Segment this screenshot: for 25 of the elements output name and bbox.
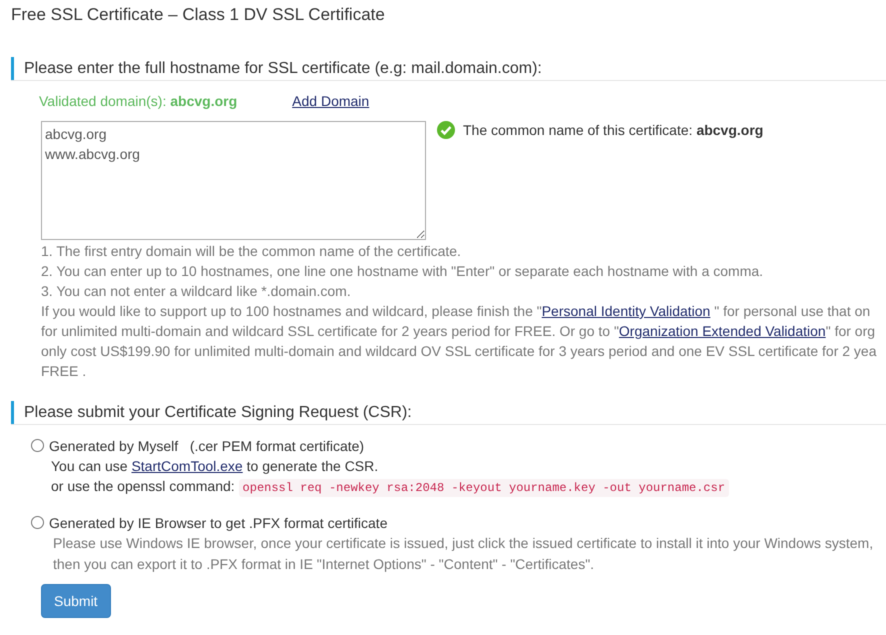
instruction-text: 2. You can enter up to 10 hostnames, one line one hostname with "Enter" or separate each hostname with a comma.: [41, 262, 764, 281]
instruction-text: 3. You can not enter a wildcard like *.domain.com.: [41, 282, 352, 301]
validation-link[interactable]: Organization Extended Validation: [618, 323, 826, 339]
option-label: Generated by Myself (.cer PEM format certificate): [49, 437, 366, 456]
validation-link[interactable]: Personal Identity Validation: [542, 303, 710, 319]
description-text: then you can export it to .PFX format in IE "Internet Options" - "Content" - "Certificates".: [52, 555, 596, 574]
hostnames-field[interactable]: abcvg.org www.abcvg.org: [41, 121, 426, 240]
radio-button[interactable]: [31, 439, 44, 452]
upgrade-paragraph: If you would like to support up to 100 hostnames and wildcard, please finish the "Personal Identity Validation " for personal use that on for unlimited multi-domain and wildcard SSL certificate for 2 years period for FREE. Or go to "Organization Extended Validation" for org only cost US$199.90 for unlimited multi-domain and wildcard OV SSL certificate for 3 years period and one EV SSL certificate for 2 yea FREE .: [41, 302, 878, 381]
tool-link[interactable]: StartComTool.exe: [131, 458, 243, 474]
validated-domains-text: Validated domain(s): abcvg.org: [39, 93, 238, 109]
radio-button[interactable]: [31, 516, 44, 529]
page-title: Free SSL Certificate – Class 1 DV SSL Certificate: [10, 4, 386, 25]
description-text: Please use Windows IE browser, once your certificate is issued, just click the issued certificate to install it into your Windows system,: [52, 534, 874, 553]
tool-text: You can use StartComTool.exe to generate the CSR.: [51, 458, 378, 474]
submit-button[interactable]: Submit: [41, 584, 111, 618]
openssl-command: openssl req -newkey rsa:2048 -keyout yourname.key -out yourname.csr: [238, 479, 730, 497]
section-heading: Please submit your Certificate Signing Request (CSR):: [11, 401, 886, 424]
option-label: Generated by IE Browser to get .PFX format certificate: [49, 514, 388, 533]
add-domain-link[interactable]: Add Domain: [292, 93, 370, 109]
common-name-text: The common name of this certificate: abcvg.org: [463, 122, 764, 138]
check-icon: [437, 121, 455, 139]
command-label: or use the openssl command:: [51, 478, 235, 494]
instruction-text: 1. The first entry domain will be the common name of the certificate.: [41, 242, 462, 261]
section-heading: Please enter the full hostname for SSL certificate (e.g: mail.domain.com):: [11, 57, 886, 80]
